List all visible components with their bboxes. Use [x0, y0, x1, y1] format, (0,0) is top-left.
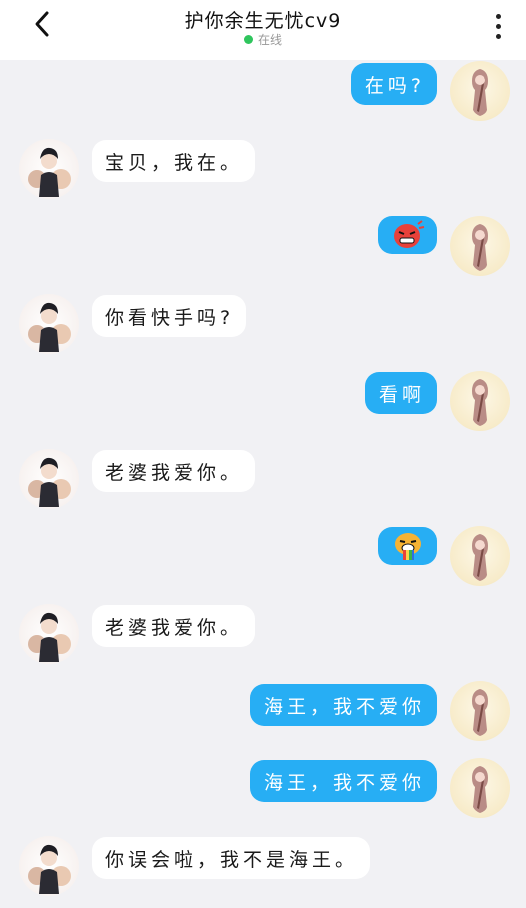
contact-message-bubble[interactable]: 宝贝，我在。 [92, 140, 256, 182]
more-dot-icon [495, 23, 501, 29]
online-dot-icon [243, 35, 253, 44]
contact-avatar[interactable] [19, 294, 79, 354]
my-sticker-bubble[interactable] [378, 527, 437, 565]
my-message-bubble[interactable]: 在吗? [350, 63, 437, 105]
my-message-bubble[interactable]: 海王，我不爱你 [249, 760, 437, 802]
my-avatar[interactable] [450, 216, 510, 276]
chat-header: 护你余生无忧cv9 在线 [0, 0, 526, 60]
my-avatar[interactable] [450, 526, 510, 586]
rainbow-vomit-sticker-icon [394, 533, 421, 560]
more-options-button[interactable] [484, 9, 512, 43]
my-message-bubble[interactable]: 海王，我不爱你 [249, 684, 437, 726]
contact-message-bubble[interactable]: 老婆我爱你。 [92, 605, 256, 647]
angry-face-sticker-icon [393, 220, 424, 248]
contact-avatar[interactable] [19, 139, 79, 199]
contact-avatar[interactable] [19, 604, 79, 664]
contact-message-bubble[interactable]: 你看快手吗? [92, 295, 247, 337]
my-avatar[interactable] [450, 681, 510, 741]
message-list[interactable]: 在吗? 宝贝，我在。 你看快手吗? 看啊 老婆我爱你。 老婆我爱你。 海王，我不… [0, 0, 526, 908]
my-sticker-bubble[interactable] [378, 216, 437, 254]
contact-message-bubble[interactable]: 你误会啦，我不是海王。 [92, 837, 371, 879]
online-status-label: 在线 [257, 33, 282, 47]
more-dot-icon [495, 13, 501, 19]
my-avatar[interactable] [450, 61, 510, 121]
contact-avatar[interactable] [19, 449, 79, 509]
online-status: 在线 [0, 31, 526, 48]
my-avatar[interactable] [450, 758, 510, 818]
more-dot-icon [495, 33, 501, 39]
my-avatar[interactable] [450, 371, 510, 431]
my-message-bubble[interactable]: 看啊 [364, 372, 437, 414]
contact-avatar[interactable] [19, 836, 79, 896]
contact-message-bubble[interactable]: 老婆我爱你。 [92, 450, 256, 492]
chat-title: 护你余生无忧cv9 [184, 10, 342, 32]
